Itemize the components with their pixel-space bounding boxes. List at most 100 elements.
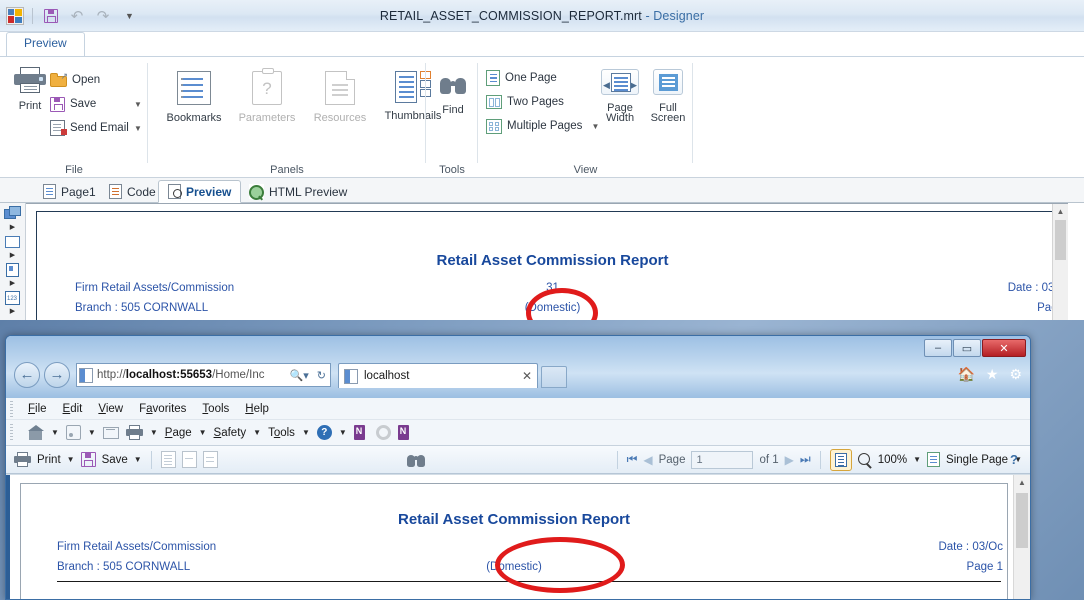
ie-vertical-scrollbar[interactable]: ▲ [1013, 475, 1030, 599]
print-button[interactable]: Print [6, 67, 54, 112]
safety-dropdown-caret-icon[interactable]: ▼ [253, 428, 261, 437]
page-layout-label[interactable]: Single Page [946, 454, 1008, 466]
view-mode-icon[interactable] [829, 448, 852, 471]
page-number-input[interactable]: 1 [691, 450, 754, 469]
search-dropdown-icon[interactable]: 🔍▾ [288, 369, 311, 382]
bookmarks-icon[interactable] [160, 451, 176, 468]
save-dropdown-caret-icon[interactable]: ▼ [134, 455, 142, 464]
zoom-level-label[interactable]: 100% [878, 454, 907, 466]
parameters-button[interactable]: ? Parameters [231, 68, 303, 124]
properties-panel-icon[interactable] [4, 262, 22, 278]
minimize-button[interactable]: – [924, 339, 952, 357]
rail-expand-icon[interactable]: ▶ [10, 250, 15, 261]
open-button[interactable]: ↗ Open [50, 69, 100, 91]
toolbar-grip[interactable] [10, 401, 13, 417]
menu-item-tools[interactable]: Tools [202, 403, 229, 415]
tools-dropdown-caret-icon[interactable]: ▼ [302, 428, 310, 437]
send-email-button[interactable]: Send Email ▼ [50, 117, 142, 139]
tab-page1[interactable]: Page1 [34, 180, 105, 203]
page-dropdown-caret-icon[interactable]: ▼ [199, 428, 207, 437]
mail-icon[interactable] [102, 426, 119, 439]
onenote-send-icon[interactable] [353, 425, 369, 440]
first-page-icon[interactable]: ⏮ [627, 452, 638, 467]
onenote-linked-icon[interactable] [397, 425, 413, 440]
last-page-icon[interactable]: ⏭ [800, 452, 811, 467]
tab-html-preview[interactable]: HTML Preview [240, 180, 356, 203]
maximize-button[interactable]: ▭ [953, 339, 981, 357]
gear-icon[interactable] [375, 425, 391, 440]
print-icon[interactable] [14, 452, 31, 467]
scrollbar-thumb[interactable] [1055, 220, 1066, 260]
dictionary-panel-icon[interactable] [3, 206, 22, 222]
save-dropdown-caret-icon[interactable]: ▼ [134, 100, 142, 109]
toolbar-grip[interactable] [10, 424, 13, 442]
parameters-icon[interactable] [181, 451, 197, 468]
menu-item-edit[interactable]: Edit [63, 403, 83, 415]
favorites-star-icon[interactable]: ★ [986, 366, 999, 383]
menu-item-file[interactable]: File [28, 403, 47, 415]
help-icon[interactable]: ? [316, 425, 332, 440]
refresh-icon[interactable]: ↻ [315, 369, 328, 382]
back-button[interactable]: ← [14, 362, 40, 388]
home-icon[interactable]: 🏠 [957, 366, 974, 383]
multiple-pages-button[interactable]: Multiple Pages ▼ [486, 115, 599, 137]
command-safety-menu[interactable]: Safety [214, 427, 247, 439]
rail-expand-icon[interactable]: ▶ [10, 222, 15, 233]
save-button[interactable]: Save ▼ [50, 93, 142, 115]
menu-item-view[interactable]: View [98, 403, 123, 415]
viewer-print-label[interactable]: Print [37, 454, 61, 466]
scrollbar-thumb[interactable] [1016, 493, 1028, 548]
scroll-up-icon[interactable]: ▲ [1014, 475, 1030, 491]
numbers-panel-icon[interactable]: 123 [4, 290, 22, 306]
save-label: Save [70, 98, 97, 110]
prev-page-icon[interactable]: ◀ [643, 453, 652, 467]
command-tools-menu[interactable]: Tools [268, 427, 295, 439]
new-tab-button[interactable] [541, 366, 567, 388]
resources-icon [325, 71, 355, 105]
help-dropdown-caret-icon[interactable]: ▼ [339, 428, 347, 437]
menu-item-favorites[interactable]: Favorites [139, 403, 186, 415]
one-page-label: One Page [505, 72, 557, 84]
resources-button[interactable]: Resources [304, 71, 376, 124]
browser-tab[interactable]: localhost ✕ [338, 363, 538, 388]
next-page-icon[interactable]: ▶ [785, 453, 794, 467]
rail-expand-icon[interactable]: ▶ [10, 306, 15, 317]
feeds-dropdown-caret-icon[interactable]: ▼ [88, 428, 96, 437]
find-button[interactable]: Find [432, 75, 474, 116]
menu-item-help[interactable]: Help [245, 403, 269, 415]
settings-gear-icon[interactable]: ⚙ [1009, 366, 1022, 383]
close-icon[interactable]: ✕ [522, 369, 532, 383]
page-width-button[interactable]: ◀ ▶ Page Width [598, 69, 642, 124]
send-email-dropdown-caret-icon[interactable]: ▼ [134, 124, 142, 133]
tab-code[interactable]: Code [100, 180, 165, 203]
one-page-button[interactable]: One Page [486, 67, 557, 89]
help-icon[interactable]: ? [1010, 452, 1018, 467]
zoom-dropdown-caret-icon[interactable]: ▼ [913, 455, 921, 464]
forward-button[interactable]: → [44, 362, 70, 388]
command-page-menu[interactable]: Page [165, 427, 192, 439]
viewer-save-label[interactable]: Save [102, 454, 128, 466]
close-button[interactable]: ✕ [982, 339, 1026, 357]
home-dropdown-caret-icon[interactable]: ▼ [51, 428, 59, 437]
ribbon-tab-preview[interactable]: Preview [6, 32, 85, 56]
address-bar[interactable]: http://localhost:55653/Home/Inc 🔍▾ ↻ [76, 363, 331, 387]
feeds-icon[interactable] [65, 425, 81, 440]
save-icon[interactable] [80, 452, 96, 467]
print-dropdown-caret-icon[interactable]: ▼ [67, 455, 75, 464]
magnifier-icon[interactable] [857, 452, 872, 467]
binoculars-find-icon[interactable] [406, 452, 426, 468]
rail-expand-icon[interactable]: ▶ [10, 278, 15, 289]
single-page-icon[interactable] [927, 452, 941, 467]
two-pages-button[interactable]: Two Pages [486, 91, 564, 113]
find-label: Find [442, 104, 464, 116]
data-grid-panel-icon[interactable] [4, 234, 22, 250]
ribbon-group-tools-label: Tools [439, 164, 465, 176]
print-dropdown-caret-icon[interactable]: ▼ [150, 428, 158, 437]
print-icon[interactable] [125, 425, 143, 440]
scroll-up-icon[interactable]: ▲ [1053, 204, 1068, 219]
bookmarks-button[interactable]: Bookmarks [158, 71, 230, 124]
home-icon[interactable] [28, 425, 44, 440]
tab-preview[interactable]: Preview [158, 180, 242, 203]
full-screen-button[interactable]: Full Screen [646, 69, 690, 124]
resources-icon[interactable] [202, 451, 218, 468]
